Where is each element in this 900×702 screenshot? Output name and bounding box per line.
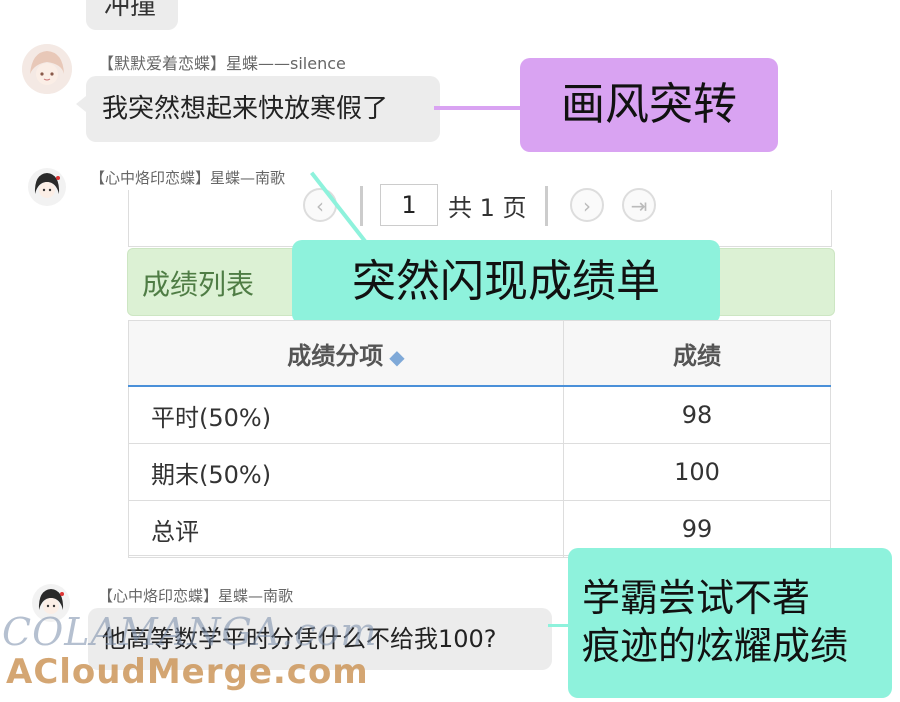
avatar[interactable]	[22, 44, 72, 94]
chat-username: 【默默爱着恋蝶】星蝶——silence	[98, 54, 346, 73]
page-number-input[interactable]: 1	[380, 184, 438, 226]
grade-score: 98	[563, 385, 831, 444]
chat-message-text: 我突然想起来快放寒假了	[102, 94, 389, 124]
column-header-label: 成绩分项	[287, 341, 384, 370]
chat-username: 【心中烙印恋蝶】星蝶—南歌	[98, 587, 294, 605]
bubble-tail	[76, 96, 86, 112]
table-row: 平时(50%) 98	[128, 385, 831, 444]
pager-divider	[545, 186, 548, 226]
caption-box: 突然闪现成绩单	[292, 240, 720, 324]
avatar[interactable]	[28, 168, 66, 206]
caption-connector-line	[434, 106, 524, 110]
grade-item-name: 平时(50%)	[128, 385, 564, 444]
table-header-row: 成绩分项 ◆ 成绩	[128, 320, 831, 387]
chevron-right-icon[interactable]: ›	[570, 188, 604, 222]
column-header-item[interactable]: 成绩分项 ◆	[128, 320, 564, 387]
page-number-value: 1	[401, 191, 417, 219]
pager-divider	[360, 186, 363, 226]
chat-message-bubble: 我突然想起来快放寒假了	[86, 76, 440, 142]
section-title: 成绩列表	[142, 268, 255, 301]
grade-item-name: 期末(50%)	[128, 443, 564, 501]
table-row: 期末(50%) 100	[128, 443, 831, 501]
last-page-icon[interactable]: ⇥	[622, 188, 656, 222]
watermark-text: ACloudMerge.com	[6, 652, 369, 692]
chat-username: 【心中烙印恋蝶】星蝶—南歌	[90, 169, 286, 187]
grade-score: 100	[563, 443, 831, 501]
chevron-left-icon[interactable]: ‹	[303, 188, 337, 222]
column-header-label: 成绩	[673, 341, 721, 370]
caption-box: 画风突转	[520, 58, 778, 152]
previous-message-bubble: 冲撞	[86, 0, 178, 30]
caption-box: 学霸尝试不著 痕迹的炫耀成绩	[568, 548, 892, 698]
caption-text: 突然闪现成绩单	[352, 256, 660, 307]
caption-text-line: 学霸尝试不著	[582, 576, 811, 620]
sort-icon[interactable]: ◆	[389, 345, 404, 369]
watermark-text: COLAMANGA.com	[2, 610, 378, 654]
column-header-score: 成绩	[563, 320, 831, 387]
grades-table: 成绩分项 ◆ 成绩 平时(50%) 98 期末(50%) 100 总评 99	[128, 320, 831, 558]
previous-message-text: 冲撞	[104, 0, 157, 21]
caption-text-line: 痕迹的炫耀成绩	[582, 624, 849, 668]
caption-text: 画风突转	[561, 79, 737, 130]
page-total-label: 共 1 页	[448, 194, 527, 222]
